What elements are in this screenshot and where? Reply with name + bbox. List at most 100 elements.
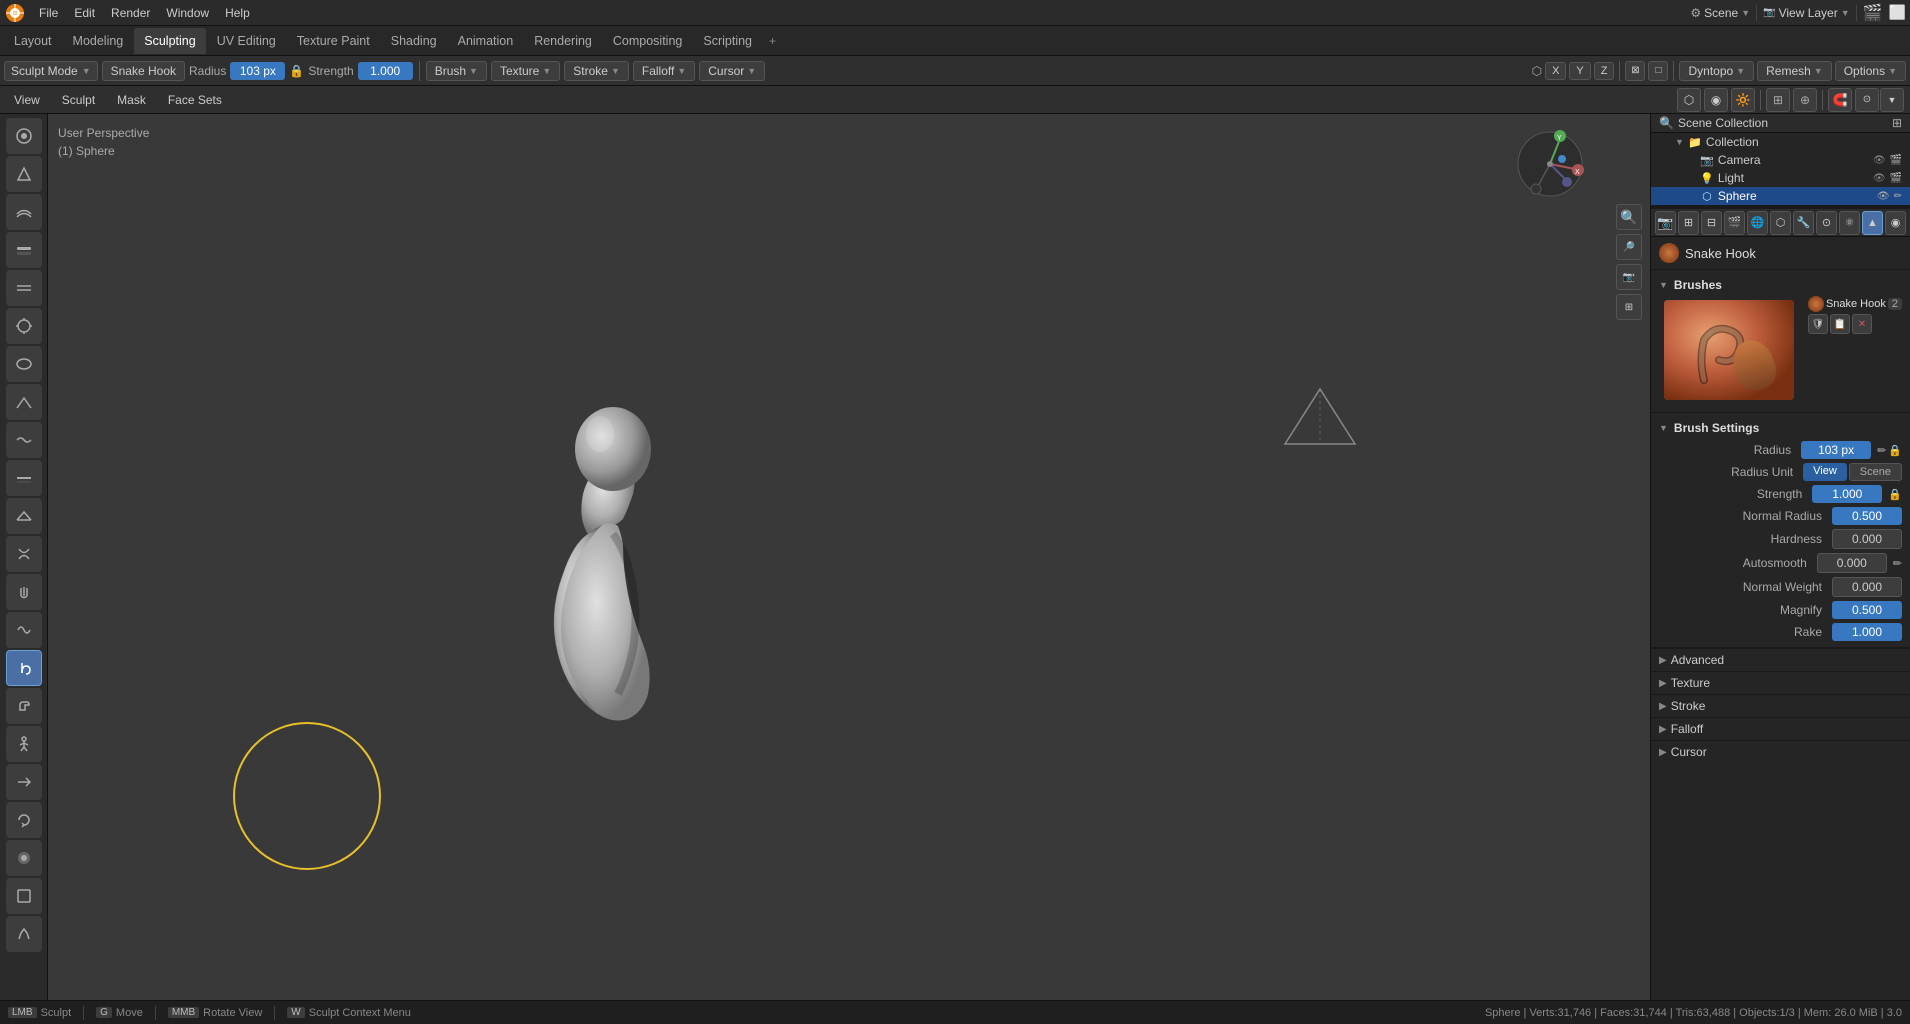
props-tab-material[interactable]: ◉ (1885, 211, 1906, 235)
tab-texture-paint[interactable]: Texture Paint (287, 28, 380, 54)
tool-crease[interactable] (6, 384, 42, 420)
props-tab-output[interactable]: ⊞ (1678, 211, 1699, 235)
face-sets-menu[interactable]: Face Sets (160, 91, 230, 109)
brushes-header[interactable]: ▼ Brushes (1659, 274, 1902, 296)
outliner-filter-btn[interactable]: ⊞ (1892, 116, 1902, 130)
zoom-in-btn[interactable]: 🔍 (1616, 204, 1642, 230)
mask-menu[interactable]: Mask (109, 91, 154, 109)
x-axis-btn[interactable]: X (1545, 62, 1566, 80)
tool-blob[interactable] (6, 346, 42, 382)
strength-lock-icon[interactable]: 🔒 (1888, 488, 1902, 501)
tool-thumb[interactable] (6, 688, 42, 724)
tool-rotate[interactable] (6, 802, 42, 838)
brush-btn[interactable]: Brush ▼ (426, 61, 487, 81)
cursor-section[interactable]: ▶ Cursor (1651, 740, 1910, 763)
viewport-shading-material[interactable]: ◉ (1704, 88, 1728, 112)
props-tab-data[interactable]: ▲ (1862, 211, 1883, 235)
rake-value[interactable]: 1.000 (1832, 623, 1902, 641)
normal-radius-value[interactable]: 0.500 (1832, 507, 1902, 525)
sphere-sculpt-icon[interactable]: ✏ (1894, 191, 1902, 202)
scene-unit-btn[interactable]: Scene (1849, 463, 1902, 481)
tool-draw-sharp[interactable] (6, 156, 42, 192)
sculpt-menu[interactable]: Sculpt (54, 91, 103, 109)
tool-draw[interactable] (6, 118, 42, 154)
brush-shield-btn[interactable]: 🛡 (1808, 314, 1828, 334)
tab-compositing[interactable]: Compositing (603, 28, 692, 54)
props-tab-render[interactable]: 📷 (1655, 211, 1676, 235)
camera-render-icon[interactable]: 🎬 (1890, 155, 1902, 166)
tool-pose[interactable] (6, 726, 42, 762)
tab-animation[interactable]: Animation (448, 28, 524, 54)
viewport-shading-rendered[interactable]: 🔆 (1731, 88, 1755, 112)
tool-clay[interactable] (6, 194, 42, 230)
sphere-visibility-icon[interactable]: 👁 (1877, 191, 1890, 202)
tool-smooth[interactable] (6, 422, 42, 458)
proportional-edit-arrow[interactable]: ▼ (1880, 88, 1904, 112)
scene-selector[interactable]: 📷 View Layer ▼ (1763, 6, 1850, 20)
tool-scrape[interactable] (6, 498, 42, 534)
menu-help[interactable]: Help (218, 4, 257, 22)
falloff-section[interactable]: ▶ Falloff (1651, 717, 1910, 740)
viewport-shading-solid[interactable]: ⬡ (1677, 88, 1701, 112)
props-tab-world[interactable]: 🌐 (1747, 211, 1768, 235)
tool-layer[interactable] (6, 270, 42, 306)
props-tab-scene[interactable]: 🎬 (1724, 211, 1745, 235)
outliner-collection[interactable]: ▼ 📁 Collection (1651, 133, 1910, 151)
remesh-btn[interactable]: Remesh ▼ (1757, 61, 1832, 81)
hardness-value[interactable]: 0.000 (1832, 529, 1902, 549)
tool-clay-strips[interactable] (6, 232, 42, 268)
proportional-edit-btn[interactable]: ⊙ (1855, 88, 1879, 112)
tool-grab[interactable] (6, 574, 42, 610)
tab-sculpting[interactable]: Sculpting (134, 28, 205, 54)
fullscreen-btn[interactable]: ⬜ (1889, 4, 1906, 21)
tool-mask[interactable] (6, 840, 42, 876)
outliner-camera[interactable]: ▼ 📷 Camera 👁 🎬 (1651, 151, 1910, 169)
menu-edit[interactable]: Edit (67, 4, 102, 22)
viewport[interactable]: User Perspective (1) Sphere Y X (48, 114, 1650, 1000)
props-tab-modifier[interactable]: 🔧 (1793, 211, 1814, 235)
brush-preview-thumbnail[interactable] (1664, 300, 1794, 400)
menu-window[interactable]: Window (159, 4, 216, 22)
tool-box-mask[interactable] (6, 878, 42, 914)
props-tab-object[interactable]: ⬡ (1770, 211, 1791, 235)
tool-flatten[interactable] (6, 460, 42, 496)
tab-uv-editing[interactable]: UV Editing (207, 28, 286, 54)
magnify-value[interactable]: 0.500 (1832, 601, 1902, 619)
camera-view-btn[interactable]: 📷 (1616, 264, 1642, 290)
view-menu[interactable]: View (6, 91, 48, 109)
options-btn[interactable]: Options ▼ (1835, 61, 1906, 81)
brush-delete-btn[interactable]: ✕ (1852, 314, 1872, 334)
tab-scripting[interactable]: Scripting (693, 28, 762, 54)
normal-weight-value[interactable]: 0.000 (1832, 577, 1902, 597)
radius-lock-icon[interactable]: 🔒 (289, 64, 304, 78)
viewport-gizmo[interactable]: Y X (1510, 124, 1590, 204)
props-tab-particles[interactable]: ⊙ (1816, 211, 1837, 235)
props-tab-physics[interactable]: ⚛ (1839, 211, 1860, 235)
tool-annotate[interactable] (6, 916, 42, 952)
advanced-section[interactable]: ▶ Advanced (1651, 648, 1910, 671)
tab-modeling[interactable]: Modeling (63, 28, 134, 54)
stroke-btn[interactable]: Stroke ▼ (564, 61, 629, 81)
brush-settings-header[interactable]: ▼ Brush Settings (1659, 417, 1902, 439)
radius-lock-icon[interactable]: 🔒 (1888, 444, 1902, 457)
tool-elastic-deform[interactable] (6, 612, 42, 648)
light-render-icon[interactable]: 🎬 (1890, 173, 1902, 184)
gizmo-btn[interactable]: ⊕ (1793, 88, 1817, 112)
menu-file[interactable]: File (32, 4, 65, 22)
view-unit-btn[interactable]: View (1803, 463, 1847, 481)
render-btn[interactable]: 🎬 (1863, 3, 1883, 23)
strength-prop-value[interactable]: 1.000 (1812, 485, 1882, 503)
autosmooth-lock-icon[interactable]: ✏ (1893, 557, 1902, 570)
tool-nudge[interactable] (6, 764, 42, 800)
menu-render[interactable]: Render (104, 4, 157, 22)
radius-pen-icon[interactable]: ✏ (1877, 444, 1886, 457)
blender-logo[interactable] (4, 2, 26, 24)
brush-copy-btn[interactable]: 📋 (1830, 314, 1850, 334)
props-tab-view-layer[interactable]: ⊟ (1701, 211, 1722, 235)
y-axis-btn[interactable]: Y (1569, 62, 1590, 80)
zoom-out-btn[interactable]: 🔎 (1616, 234, 1642, 260)
tool-inflate[interactable] (6, 308, 42, 344)
autosmooth-value[interactable]: 0.000 (1817, 553, 1887, 573)
brush-name-btn[interactable]: Snake Hook (102, 61, 185, 81)
engine-selector[interactable]: ⚙ Scene ▼ (1690, 6, 1750, 20)
